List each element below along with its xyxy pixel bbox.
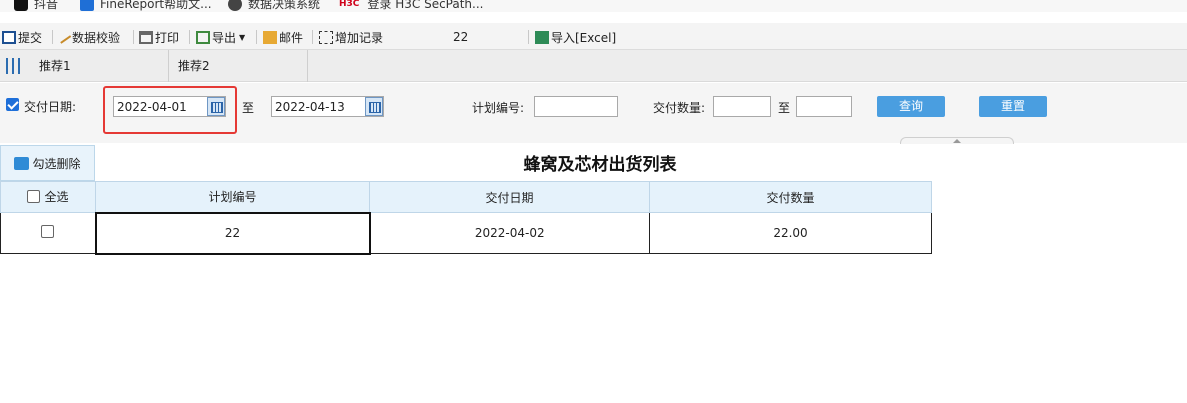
- cell-plan-no[interactable]: 22: [94, 211, 371, 255]
- tab-recommend-2[interactable]: 推荐2: [167, 50, 308, 82]
- collapse-panel-handle[interactable]: [900, 137, 1014, 144]
- delete-icon: [14, 156, 30, 170]
- column-header-quantity: 交付数量: [649, 181, 932, 213]
- report-table: 全选 计划编号 交付日期 交付数量 22 2022-04-02 22.00: [0, 181, 932, 255]
- row-checkbox-cell[interactable]: [0, 212, 96, 254]
- plan-no-label: 计划编号:: [472, 101, 525, 115]
- finereport-icon: [80, 0, 94, 11]
- export-icon: [196, 30, 210, 44]
- highlight-box: [103, 86, 237, 134]
- tiktok-icon: [14, 0, 28, 11]
- printer-icon: [139, 30, 153, 44]
- email-button[interactable]: 邮件: [263, 29, 303, 45]
- parameter-tabs: 推荐1 推荐2: [0, 50, 1187, 82]
- toolbar-divider: [256, 30, 257, 44]
- validate-button[interactable]: 数据校验: [56, 29, 120, 45]
- submit-button[interactable]: 提交: [2, 29, 42, 45]
- add-record-button[interactable]: 增加记录: [319, 29, 383, 45]
- print-button[interactable]: 打印: [139, 29, 179, 45]
- quantity-label: 交付数量:: [653, 101, 706, 115]
- bookmark-finereport[interactable]: FineReport帮助文...: [80, 0, 212, 12]
- export-button[interactable]: 导出 ▼: [196, 29, 245, 45]
- toolbar-number: 22: [453, 30, 469, 44]
- mail-icon: [263, 30, 277, 44]
- toolbar-divider: [312, 30, 313, 44]
- column-header-plan-no: 计划编号: [95, 181, 370, 213]
- quantity-from-field[interactable]: [713, 96, 771, 117]
- bookmark-douyin[interactable]: 抖音: [14, 0, 58, 12]
- add-record-icon: [319, 30, 333, 44]
- cell-date[interactable]: 2022-04-02: [369, 212, 650, 254]
- reset-button[interactable]: 重置: [979, 96, 1047, 117]
- select-all-cell[interactable]: 全选: [0, 181, 96, 213]
- import-excel-button[interactable]: 导入[Excel]: [535, 29, 616, 45]
- report-title: 蜂窝及芯材出货列表: [523, 155, 677, 175]
- table-header-row: 全选 计划编号 交付日期 交付数量: [0, 181, 932, 213]
- validate-icon: [56, 30, 72, 44]
- bookmark-decision-system[interactable]: 数据决策系统: [228, 0, 320, 12]
- excel-icon: [535, 30, 549, 44]
- h3c-logo: H3C: [339, 0, 360, 9]
- calendar-icon[interactable]: [365, 97, 383, 116]
- column-header-date: 交付日期: [369, 181, 650, 213]
- toolbar-divider: [52, 30, 53, 44]
- toolbar-divider: [189, 30, 190, 44]
- report-toolbar: 提交 数据校验 打印 导出 ▼ 邮件 增加记录 22 导入[Excel]: [0, 23, 1187, 50]
- delivery-date-label: 交付日期:: [24, 100, 77, 114]
- toolbar-divider: [133, 30, 134, 44]
- table-row: 22 2022-04-02 22.00: [0, 211, 932, 255]
- filter-settings-icon[interactable]: [4, 58, 22, 74]
- plan-no-field[interactable]: [534, 96, 618, 117]
- quantity-to-label: 至: [778, 101, 791, 115]
- cell-quantity[interactable]: 22.00: [649, 212, 932, 254]
- bookmark-h3c[interactable]: H3C 登录 H3C SecPath...: [339, 0, 483, 12]
- toolbar-divider: [528, 30, 529, 44]
- delivery-date-checkbox[interactable]: [6, 98, 19, 111]
- query-button[interactable]: 查询: [877, 96, 945, 117]
- row-checkbox[interactable]: [41, 225, 55, 238]
- select-all-checkbox[interactable]: [27, 190, 41, 203]
- tab-recommend-1[interactable]: 推荐1: [28, 50, 169, 82]
- batch-delete-button[interactable]: 勾选删除: [0, 145, 95, 181]
- quantity-to-field[interactable]: [796, 96, 852, 117]
- date-to-label: 至: [242, 101, 255, 115]
- chevron-down-icon: ▼: [239, 32, 246, 42]
- globe-icon: [228, 0, 242, 11]
- bookmarks-bar: 抖音 FineReport帮助文... 数据决策系统 H3C 登录 H3C Se…: [0, 0, 1187, 12]
- save-icon: [2, 30, 16, 44]
